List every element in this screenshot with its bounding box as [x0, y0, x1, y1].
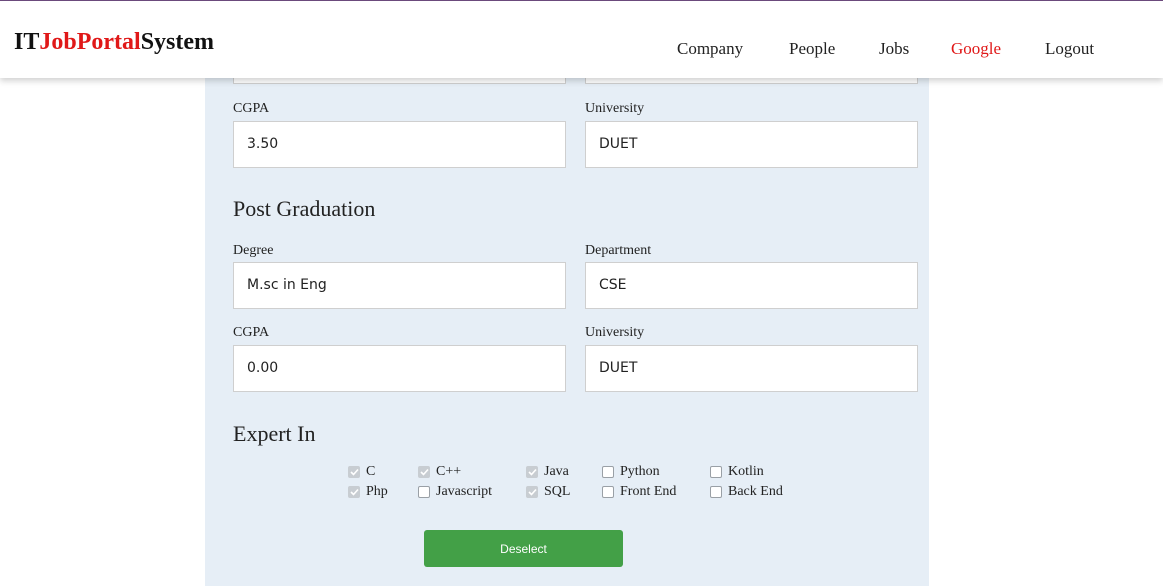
post-graduation-degree-label: Degree: [233, 243, 274, 258]
skill-checkbox-javascript[interactable]: [418, 486, 430, 498]
skill-option-kotlin[interactable]: Kotlin: [710, 463, 764, 481]
skill-option-sql[interactable]: SQL: [526, 483, 570, 501]
skill-checkbox-sql[interactable]: [526, 486, 538, 498]
skill-checkbox-cplusplus[interactable]: [418, 466, 430, 478]
skill-checkbox-python[interactable]: [602, 466, 614, 478]
graduation-university-label: University: [585, 101, 645, 116]
skill-label-php: Php: [366, 484, 388, 499]
skill-checkbox-front-end[interactable]: [602, 486, 614, 498]
skill-option-c[interactable]: C: [348, 463, 375, 481]
skill-option-cplusplus[interactable]: C++: [418, 463, 461, 481]
post-graduation-university-input[interactable]: DUET: [585, 345, 918, 392]
nav-link-google[interactable]: Google: [951, 39, 1001, 59]
nav-link-jobs[interactable]: Jobs: [879, 39, 909, 59]
skill-option-python[interactable]: Python: [602, 463, 660, 481]
skill-label-c: C: [366, 464, 376, 479]
skill-checkbox-php[interactable]: [348, 486, 360, 498]
logo-text-it: IT: [14, 29, 40, 55]
skill-option-front-end[interactable]: Front End: [602, 483, 676, 501]
post-graduation-degree-input[interactable]: M.sc in Eng: [233, 262, 566, 309]
nav-link-people[interactable]: People: [789, 39, 835, 59]
top-navbar: ITJobPortalSystem Company People Jobs Go…: [0, 0, 1163, 78]
post-graduation-department-input[interactable]: CSE: [585, 262, 918, 309]
skill-label-java: Java: [544, 464, 569, 479]
skill-checkbox-kotlin[interactable]: [710, 466, 722, 478]
post-graduation-cgpa-label: CGPA: [233, 325, 270, 340]
nav-link-logout[interactable]: Logout: [1045, 39, 1094, 59]
skill-option-php[interactable]: Php: [348, 483, 388, 501]
graduation-cgpa-input[interactable]: 3.50: [233, 121, 566, 168]
skill-label-javascript: Javascript: [436, 484, 492, 499]
skill-option-javascript[interactable]: Javascript: [418, 483, 492, 501]
logo-text-jobportal: JobPortal: [39, 29, 141, 55]
graduation-university-input[interactable]: DUET: [585, 121, 918, 168]
post-graduation-department-label: Department: [585, 243, 652, 258]
expert-in-title: Expert In: [233, 421, 316, 446]
skill-label-cplusplus: C++: [436, 464, 462, 479]
post-graduation-cgpa-input[interactable]: 0.00: [233, 345, 566, 392]
logo-text-system: System: [140, 29, 215, 55]
nav-link-company[interactable]: Company: [677, 39, 743, 59]
graduation-cgpa-label: CGPA: [233, 101, 270, 116]
deselect-button[interactable]: Deselect: [424, 530, 623, 567]
skill-label-python: Python: [620, 464, 660, 479]
site-logo[interactable]: ITJobPortalSystem: [14, 29, 214, 56]
skill-label-back-end: Back End: [728, 484, 783, 499]
skill-checkbox-back-end[interactable]: [710, 486, 722, 498]
skill-label-sql: SQL: [544, 484, 571, 499]
skill-option-back-end[interactable]: Back End: [710, 483, 783, 501]
post-graduation-university-label: University: [585, 325, 645, 340]
skill-checkbox-java[interactable]: [526, 466, 538, 478]
skill-checkbox-c[interactable]: [348, 466, 360, 478]
skill-label-front-end: Front End: [620, 484, 677, 499]
skill-option-java[interactable]: Java: [526, 463, 569, 481]
post-graduation-title: Post Graduation: [233, 196, 376, 221]
skill-label-kotlin: Kotlin: [728, 464, 764, 479]
